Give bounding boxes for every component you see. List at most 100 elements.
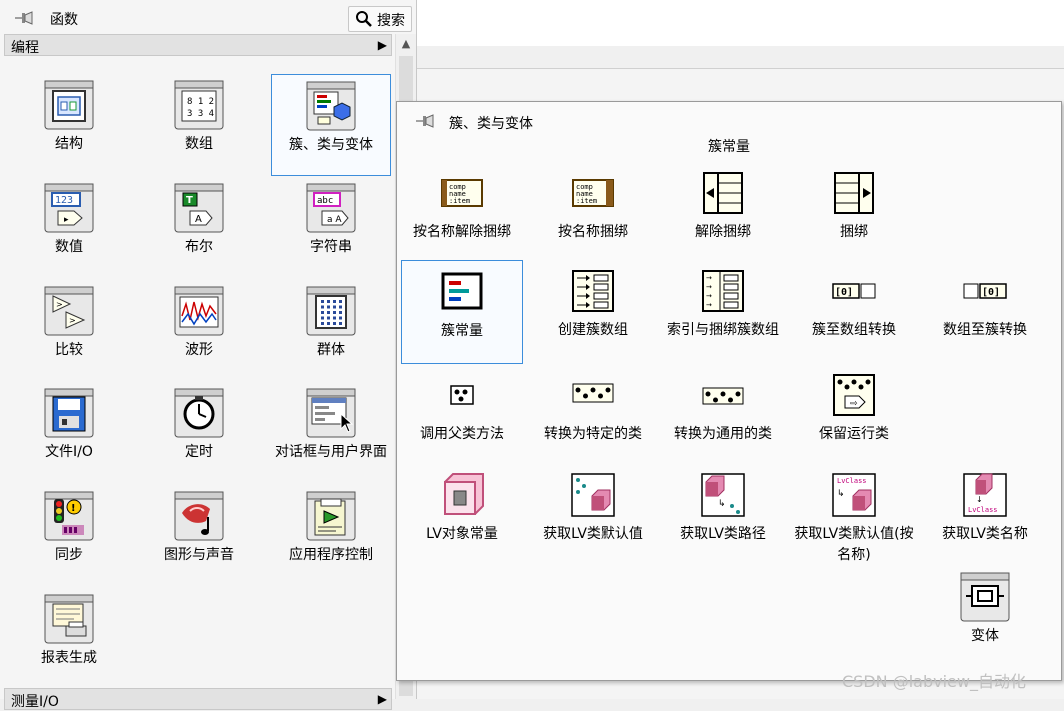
palette-item-label: 文件I/O (45, 444, 93, 460)
palette-item[interactable]: T A 布尔 (136, 177, 262, 279)
subpalette-item[interactable]: ⇨ 保留运行类 (793, 364, 915, 468)
subpalette-item-label: 数组至簇转换 (943, 322, 1027, 338)
svg-text:LvClass: LvClass (968, 506, 998, 514)
palette-item-label: 字符串 (310, 239, 352, 255)
synchronization-group-icon (306, 286, 356, 336)
subpalette-item-label: 保留运行类 (819, 426, 889, 442)
subpalette-item[interactable]: 调用父类方法 (401, 364, 523, 468)
unbundle-icon (703, 172, 743, 214)
cluster-constant-icon (441, 272, 483, 310)
subpalette-item[interactable]: LvClass ↳ 获取LV类默认值(按名称) (793, 464, 915, 568)
subpalette-item[interactable]: [0] 簇至数组转换 (793, 260, 915, 364)
palette-item[interactable]: abc a A 字符串 (271, 177, 391, 279)
svg-text:8 1 2: 8 1 2 (187, 97, 214, 107)
scroll-up-arrow-icon[interactable]: ▲ (396, 34, 416, 54)
subpalette-item-label: 调用父类方法 (420, 426, 504, 442)
category-label: 编程 (11, 40, 39, 56)
palette-item[interactable]: 波形 (136, 280, 262, 382)
subpalette-item[interactable]: comp name:item 按名称解除捆绑 (401, 162, 523, 266)
build-cluster-array-icon (572, 270, 614, 312)
palette-item[interactable]: 报表生成 (6, 588, 132, 690)
svg-text:↳: ↳ (718, 499, 726, 509)
svg-text:A: A (195, 214, 202, 225)
category-header-measurement-io[interactable]: 测量I/O ▶ (4, 688, 392, 710)
palette-item[interactable]: 定时 (136, 382, 262, 484)
svg-text:abc: abc (317, 196, 333, 206)
functions-palette: 函数 搜索 编程 ▶ 结构 8 1 2 3 3 4 数组 簇、类与变体 123 ▸ 数值… (0, 0, 417, 710)
subpalette-item[interactable]: 获取LV类默认值 (532, 464, 654, 568)
subpalette-item-label: 捆绑 (840, 224, 868, 240)
variant-icon (960, 572, 1010, 622)
palette-item[interactable]: ! 同步 (6, 485, 132, 587)
to-more-specific-class-icon (572, 383, 614, 403)
svg-text::item: :item (576, 197, 597, 205)
subpalette-item[interactable]: LV对象常量 (401, 464, 523, 568)
get-lv-class-default-value-icon (571, 473, 615, 517)
pin-icon[interactable] (14, 10, 34, 26)
palette-item-label: 簇、类与变体 (289, 137, 373, 153)
call-parent-method-icon (450, 385, 474, 405)
svg-text:>: > (69, 316, 76, 325)
palette-item-label: 波形 (185, 342, 213, 358)
palette-item[interactable]: 群体 (271, 280, 391, 382)
background-window-toolbar (416, 46, 1064, 69)
subpalette-item[interactable]: 解除捆绑 (662, 162, 784, 266)
subpalette-item[interactable]: 捆绑 (793, 162, 915, 266)
get-lv-class-default-value-by-name-icon: LvClass ↳ (832, 473, 876, 517)
svg-text:LvClass: LvClass (837, 477, 867, 485)
svg-text:⇨: ⇨ (850, 399, 858, 409)
subpalette-item-label: 索引与捆绑簇数组 (667, 322, 779, 338)
subpalette-item[interactable]: ↓ LvClass 获取LV类名称 (924, 464, 1046, 568)
subpalette-item-label: 按名称解除捆绑 (413, 224, 511, 240)
palette-item-label: 图形与声音 (164, 547, 234, 563)
pin-icon[interactable] (415, 113, 435, 129)
category-label: 测量I/O (11, 694, 59, 710)
svg-text::item: :item (449, 197, 470, 205)
expand-arrow-icon: ▶ (377, 38, 387, 52)
bundle-icon (834, 172, 874, 214)
subpalette-item[interactable]: 创建簇数组 (532, 260, 654, 364)
palette-item-label: 布尔 (185, 239, 213, 255)
index-bundle-cluster-array-icon: →→→→ (702, 270, 744, 312)
subpalette-item[interactable]: → → → → 索引与捆绑簇数组 (662, 260, 784, 364)
palette-item[interactable]: 8 1 2 3 3 4 数组 (136, 74, 262, 176)
report-generation-icon (44, 594, 94, 644)
svg-text:→: → (706, 301, 712, 309)
palette-item[interactable]: 图形与声音 (136, 485, 262, 587)
palette-item[interactable]: 应用程序控制 (271, 485, 391, 587)
svg-text:[0]: [0] (835, 287, 853, 298)
subpalette-item[interactable]: 簇常量 (401, 260, 523, 364)
palette-item[interactable]: 文件I/O (6, 382, 132, 484)
search-icon (356, 11, 372, 27)
palette-item[interactable]: > > 比较 (6, 280, 132, 382)
subpalette-item[interactable]: 转换为特定的类 (532, 364, 654, 468)
to-more-generic-class-icon (702, 387, 744, 405)
subpalette-item-label: 解除捆绑 (695, 224, 751, 240)
subpalette-item[interactable]: 转换为通用的类 (662, 364, 784, 468)
category-header-programming[interactable]: 编程 ▶ (4, 34, 392, 56)
subpalette-item[interactable]: ↳ 获取LV类路径 (662, 464, 784, 568)
palette-item[interactable]: 123 ▸ 数值 (6, 177, 132, 279)
subpalette-item[interactable]: comp name:item 按名称捆绑 (532, 162, 654, 266)
graphics-sound-icon (174, 491, 224, 541)
palette-item[interactable]: 对话框与用户界面 (271, 382, 391, 484)
search-button[interactable]: 搜索 (348, 6, 412, 32)
file-io-icon (44, 388, 94, 438)
svg-text:→: → (706, 283, 712, 291)
array-to-cluster-icon: [0] (963, 283, 1007, 299)
subpalette-item[interactable]: [0] 数组至簇转换 (924, 260, 1046, 364)
background-window-top (416, 0, 1064, 47)
palette-item-label: 结构 (55, 136, 83, 152)
cluster-class-variant-icon (306, 81, 356, 131)
svg-text:→: → (706, 274, 712, 282)
palette-item[interactable]: 结构 (6, 74, 132, 176)
subpalette-item-label: LV对象常量 (426, 526, 498, 542)
svg-text:>: > (56, 300, 63, 309)
comparison-icon: >> (44, 286, 94, 336)
preserve-run-time-class-icon: ⇨ (833, 374, 875, 416)
svg-text:a A: a A (327, 215, 342, 225)
palette-item[interactable]: 簇、类与变体 (271, 74, 391, 176)
svg-text:[0]: [0] (982, 287, 1000, 298)
svg-text:▸: ▸ (64, 215, 69, 225)
subpalette-item[interactable]: 变体 (924, 566, 1046, 670)
